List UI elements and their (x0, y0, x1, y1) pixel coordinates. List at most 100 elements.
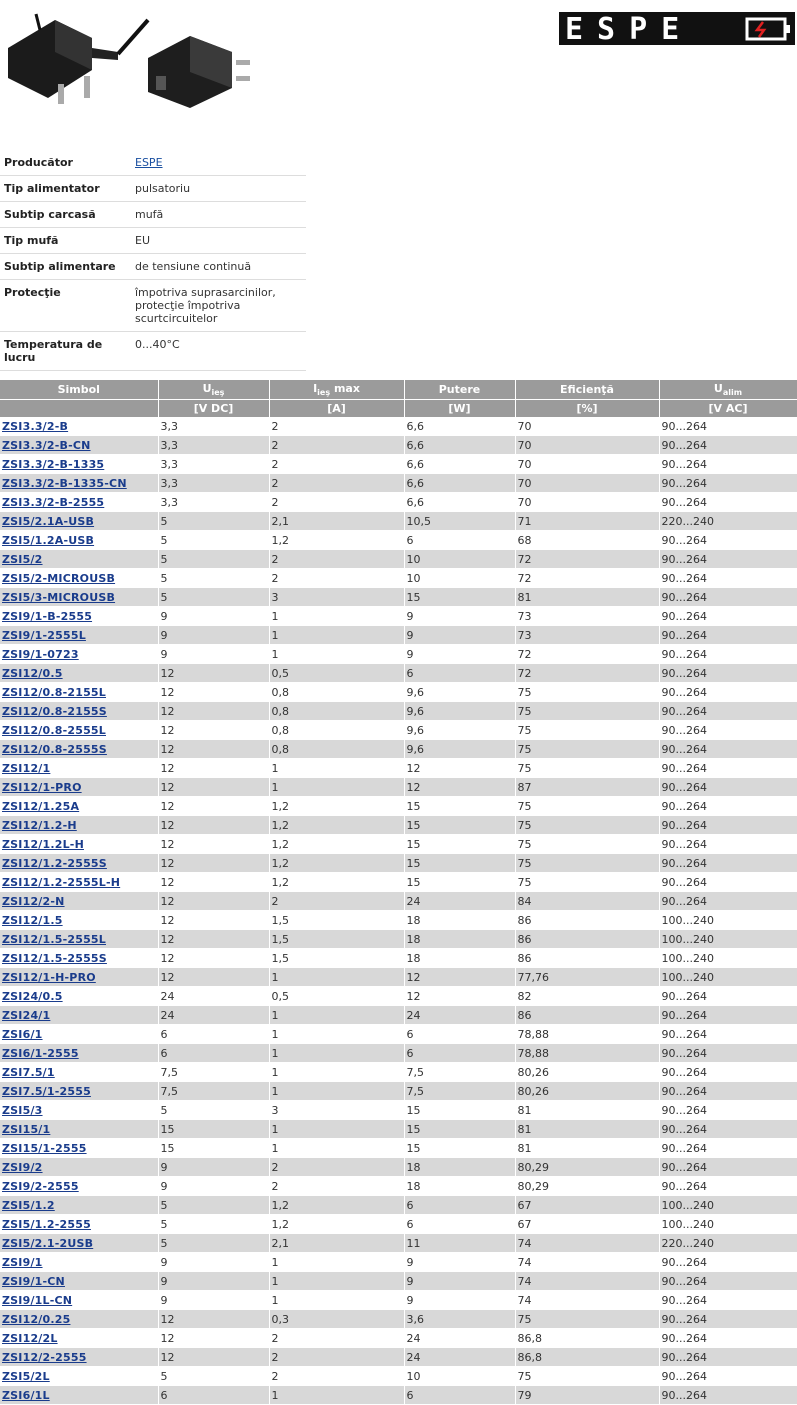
table-row: ZSI12/0.8-2555L 12 0,8 9,6 75 90...264 (0, 720, 797, 740)
spec-row: Tip alimentator pulsatoriu (0, 175, 306, 202)
cell-u-out: 9 (158, 1252, 270, 1272)
product-link[interactable]: ZSI5/2L (2, 1370, 50, 1383)
cell-symbol: ZSI5/1.2 (0, 1195, 159, 1215)
cell-power: 24 (404, 891, 516, 911)
product-link[interactable]: ZSI12/1-PRO (2, 781, 82, 794)
product-link[interactable]: ZSI12/1.5-2555S (2, 952, 107, 965)
cell-efficiency: 86 (515, 1005, 660, 1025)
product-link[interactable]: ZSI9/1L-CN (2, 1294, 72, 1307)
table-row: ZSI12/0.5 12 0,5 6 72 90...264 (0, 663, 797, 683)
cell-power: 12 (404, 758, 516, 778)
spec-label: Subtip carcasă (0, 201, 131, 228)
product-link[interactable]: ZSI12/1 (2, 762, 50, 775)
product-link[interactable]: ZSI5/2.1A-USB (2, 515, 94, 528)
product-link[interactable]: ZSI5/1.2 (2, 1199, 55, 1212)
cell-u-in: 100...240 (659, 948, 797, 968)
product-link[interactable]: ZSI15/1 (2, 1123, 50, 1136)
cell-symbol: ZSI5/3-MICROUSB (0, 587, 159, 607)
spec-value-cell: ESPE (131, 150, 306, 176)
product-link[interactable]: ZSI12/2-N (2, 895, 65, 908)
product-link[interactable]: ZSI12/1.2-2555S (2, 857, 107, 870)
cell-power: 15 (404, 834, 516, 854)
cell-power: 12 (404, 967, 516, 987)
product-link[interactable]: ZSI6/1-2555 (2, 1047, 79, 1060)
table-row: ZSI5/2 5 2 10 72 90...264 (0, 549, 797, 569)
product-link[interactable]: ZSI9/1-CN (2, 1275, 65, 1288)
product-link[interactable]: ZSI6/1 (2, 1028, 43, 1041)
product-link[interactable]: ZSI12/0.5 (2, 667, 63, 680)
product-link[interactable]: ZSI9/1-0723 (2, 648, 79, 661)
product-link[interactable]: ZSI3.3/2-B-1335-CN (2, 477, 127, 490)
cell-i-out: 2 (269, 417, 405, 436)
cell-u-in: 90...264 (659, 1043, 797, 1063)
cell-i-out: 0,8 (269, 739, 405, 759)
product-link[interactable]: ZSI12/0.8-2555S (2, 743, 107, 756)
product-link[interactable]: ZSI7.5/1-2555 (2, 1085, 91, 1098)
product-link[interactable]: ZSI9/1 (2, 1256, 43, 1269)
product-link[interactable]: ZSI6/1L (2, 1389, 50, 1402)
cell-u-out: 5 (158, 530, 270, 550)
table-row: ZSI5/1.2 5 1,2 6 67 100...240 (0, 1195, 797, 1215)
product-link[interactable]: ZSI12/0.8-2555L (2, 724, 106, 737)
product-link[interactable]: ZSI5/2.1-2USB (2, 1237, 93, 1250)
cell-u-in: 90...264 (659, 530, 797, 550)
product-link[interactable]: ZSI12/0.8-2155S (2, 705, 107, 718)
product-link[interactable]: ZSI7.5/1 (2, 1066, 55, 1079)
product-link[interactable]: ZSI24/1 (2, 1009, 50, 1022)
cell-efficiency: 74 (515, 1271, 660, 1291)
cell-i-out: 1 (269, 1290, 405, 1310)
product-link[interactable]: ZSI9/1-B-2555 (2, 610, 92, 623)
cell-u-in: 90...264 (659, 1005, 797, 1025)
product-link[interactable]: ZSI5/1.2-2555 (2, 1218, 91, 1231)
product-link[interactable]: ZSI9/1-2555L (2, 629, 86, 642)
cell-i-out: 2 (269, 549, 405, 569)
product-link[interactable]: ZSI3.3/2-B-1335 (2, 458, 104, 471)
product-link[interactable]: ZSI12/2-2555 (2, 1351, 87, 1364)
product-link[interactable]: ZSI12/1.5 (2, 914, 63, 927)
product-link[interactable]: ZSI5/3 (2, 1104, 43, 1117)
product-link[interactable]: ZSI12/1.2-H (2, 819, 77, 832)
table-row: ZSI3.3/2-B-1335-CN 3,3 2 6,6 70 90...264 (0, 473, 797, 493)
cell-u-out: 5 (158, 1100, 270, 1120)
table-row: ZSI5/1.2-2555 5 1,2 6 67 100...240 (0, 1214, 797, 1234)
product-link[interactable]: ZSI3.3/2-B-2555 (2, 496, 104, 509)
product-link[interactable]: ZSI9/2 (2, 1161, 43, 1174)
cell-power: 9 (404, 606, 516, 626)
cell-efficiency: 75 (515, 815, 660, 835)
product-link[interactable]: ZSI12/0.8-2155L (2, 686, 106, 699)
cell-u-in: 90...264 (659, 1138, 797, 1158)
product-link[interactable]: ZSI12/2L (2, 1332, 58, 1345)
product-link[interactable]: ZSI12/1.25A (2, 800, 79, 813)
product-link[interactable]: ZSI5/3-MICROUSB (2, 591, 115, 604)
product-link[interactable]: ZSI3.3/2-B-CN (2, 439, 91, 452)
product-link[interactable]: ZSI12/1.2L-H (2, 838, 84, 851)
product-link[interactable]: ZSI5/2-MICROUSB (2, 572, 115, 585)
product-link[interactable]: ZSI3.3/2-B (2, 420, 68, 433)
cell-efficiency: 70 (515, 417, 660, 436)
table-row: ZSI9/2-2555 9 2 18 80,29 90...264 (0, 1176, 797, 1196)
cell-efficiency: 86 (515, 948, 660, 968)
product-link[interactable]: ZSI12/0.25 (2, 1313, 70, 1326)
cell-u-out: 12 (158, 967, 270, 987)
product-link[interactable]: ZSI12/1.5-2555L (2, 933, 106, 946)
spec-value-link[interactable]: ESPE (135, 156, 163, 169)
product-link[interactable]: ZSI5/2 (2, 553, 43, 566)
product-link[interactable]: ZSI9/2-2555 (2, 1180, 79, 1193)
product-link[interactable]: ZSI12/1.2-2555L-H (2, 876, 120, 889)
cell-u-out: 3,3 (158, 454, 270, 474)
product-link[interactable]: ZSI12/1-H-PRO (2, 971, 96, 984)
cell-symbol: ZSI5/2 (0, 549, 159, 569)
cell-symbol: ZSI9/1L-CN (0, 1290, 159, 1310)
spec-row: Temperatura de lucru 0...40°C (0, 331, 306, 371)
cell-efficiency: 78,88 (515, 1024, 660, 1044)
table-row: ZSI12/1.2L-H 12 1,2 15 75 90...264 (0, 834, 797, 854)
table-row: ZSI5/2.1A-USB 5 2,1 10,5 71 220...240 (0, 511, 797, 531)
col-u-in: Ualim (659, 380, 797, 400)
cell-efficiency: 80,26 (515, 1081, 660, 1101)
product-link[interactable]: ZSI24/0.5 (2, 990, 63, 1003)
cell-u-out: 5 (158, 568, 270, 588)
cell-power: 10,5 (404, 511, 516, 531)
product-link[interactable]: ZSI15/1-2555 (2, 1142, 87, 1155)
spec-value: împotriva suprasarcinilor, protecţie împ… (135, 286, 276, 325)
product-link[interactable]: ZSI5/1.2A-USB (2, 534, 94, 547)
